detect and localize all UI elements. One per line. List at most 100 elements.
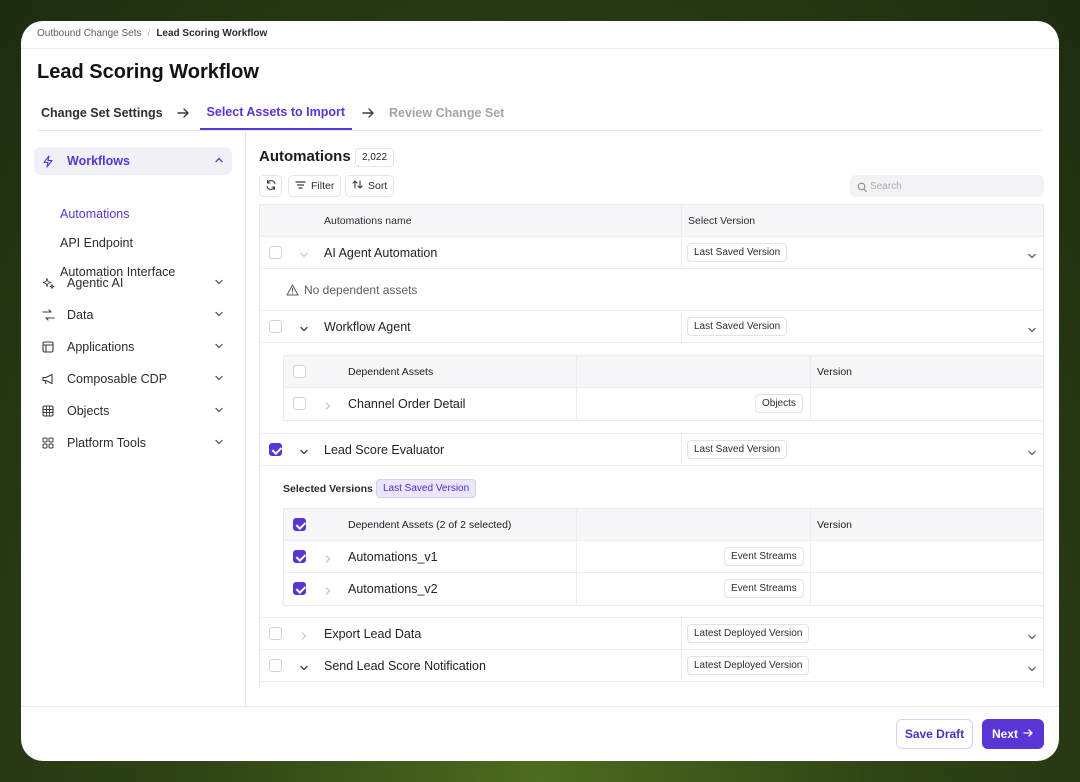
grid-icon [41,404,55,418]
sidebar-subitem-api-endpoint[interactable]: API Endpoint [60,236,133,250]
sort-icon [352,179,363,193]
table-row[interactable]: Workflow Agent Last Saved Version [260,311,1043,343]
table-row[interactable]: Automations_v1 Event Streams [284,541,1043,573]
sidebar-subitem-automations[interactable]: Automations [60,207,129,221]
column-divider [810,573,811,605]
sidebar-item-agentic-ai[interactable]: Agentic AI [34,269,232,297]
version-select-value[interactable]: Latest Deployed Version [687,656,810,675]
chevron-right-icon[interactable] [299,628,309,646]
asset-type-badge: Objects [755,394,803,413]
select-all-checkbox[interactable] [293,518,306,531]
chevron-down-icon[interactable] [1027,248,1037,266]
version-select-value[interactable]: Last Saved Version [687,317,788,336]
sort-button[interactable]: Sort [345,175,395,197]
breadcrumb: Outbound Change Sets / Lead Scoring Work… [37,28,267,39]
chevron-down-icon[interactable] [214,340,224,354]
breadcrumb-separator: / [147,28,151,39]
sidebar-item-label: Applications [67,340,135,354]
sidebar-item-applications[interactable]: Applications [34,333,232,361]
chevron-down-icon[interactable] [1027,322,1037,340]
sidebar-item-label: Objects [67,404,110,418]
row-name: Channel Order Detail [348,397,466,411]
version-select-value[interactable]: Last Saved Version [687,440,788,459]
column-divider [576,573,577,605]
sidebar-item-objects[interactable]: Objects [34,397,232,425]
chevron-down-icon[interactable] [214,276,224,290]
chevron-down-icon[interactable] [1027,629,1037,647]
search-icon [857,180,868,198]
section-title: Automations [259,148,351,165]
stepper: Change Set Settings Select Assets to Imp… [37,95,508,130]
dependents-panel: Dependent Assets Version Channel Order D… [260,343,1043,434]
table-row[interactable]: AI Agent Automation Last Saved Version [260,237,1043,269]
select-all-checkbox[interactable] [293,365,306,378]
refresh-button[interactable] [259,175,282,197]
chevron-down-icon[interactable] [1027,661,1037,679]
row-checkbox[interactable] [293,397,306,410]
column-divider [576,509,577,540]
row-checkbox[interactable] [293,550,306,563]
row-checkbox[interactable] [269,627,282,640]
chevron-up-icon[interactable] [214,154,224,168]
search-input[interactable] [850,175,1044,197]
chevron-down-icon[interactable] [214,404,224,418]
table-row[interactable]: Automations_v2 Event Streams [284,573,1043,605]
row-checkbox[interactable] [269,443,282,456]
sub-table-header: Dependent Assets (2 of 2 selected) Versi… [284,509,1043,541]
version-select-value[interactable]: Last Saved Version [687,243,788,262]
arrow-right-icon [167,95,200,130]
step-review-change-set: Review Change Set [389,105,505,120]
sidebar-item-workflows[interactable]: Workflows [34,147,232,175]
column-divider [681,618,682,649]
sidebar-item-label: Composable CDP [67,372,168,386]
step-select-assets[interactable]: Select Assets to Import [199,95,353,130]
breadcrumb-parent[interactable]: Outbound Change Sets [37,28,142,39]
sub-table-header: Dependent Assets Version [284,356,1043,388]
dependents-panel: Selected Versions Last Saved Version Dep… [260,466,1043,618]
column-divider [810,388,811,420]
chevron-right-icon[interactable] [323,583,333,601]
selected-version-chip[interactable]: Last Saved Version [376,479,477,498]
chevron-down-icon[interactable] [214,372,224,386]
version-select-value[interactable]: Latest Deployed Version [687,624,810,643]
sidebar: Workflows Automations API Endpoint Autom… [21,131,246,706]
next-button[interactable]: Next [982,719,1044,749]
row-checkbox[interactable] [293,582,306,595]
sidebar-item-platform-tools[interactable]: Platform Tools [34,429,232,457]
filter-button[interactable]: Filter [288,175,342,197]
chevron-down-icon[interactable] [299,444,309,462]
chevron-down-icon[interactable] [299,247,309,265]
table-row[interactable]: Lead Score Evaluator Last Saved Version [260,434,1043,466]
automations-table: Automations name Select Version AI Agent… [259,204,1044,687]
row-checkbox[interactable] [269,659,282,672]
chevron-right-icon[interactable] [323,398,333,416]
sidebar-item-composable-cdp[interactable]: Composable CDP [34,365,232,393]
column-header-version: Version [817,366,853,378]
save-draft-button[interactable]: Save Draft [896,719,973,749]
chevron-right-icon[interactable] [323,551,333,569]
row-name: Send Lead Score Notification [324,659,486,673]
row-checkbox[interactable] [269,246,282,259]
table-row[interactable]: Export Lead Data Latest Deployed Version [260,618,1043,650]
chevron-down-icon[interactable] [299,660,309,678]
column-header-dependent-assets: Dependent Assets [348,366,434,378]
column-divider [576,541,577,572]
table-row[interactable]: Send Lead Score Notification Latest Depl… [260,650,1043,682]
row-checkbox[interactable] [269,320,282,333]
table-row[interactable]: Channel Order Detail Objects [284,388,1043,420]
column-divider [681,434,682,465]
chevron-down-icon[interactable] [214,308,224,322]
footer-divider [21,706,1059,707]
column-divider [810,541,811,572]
sidebar-item-data[interactable]: Data [34,301,232,329]
header-divider [21,48,1059,49]
no-dependents-row: No dependent assets [260,269,1043,311]
chevron-down-icon[interactable] [214,436,224,450]
apps-icon [41,436,55,450]
row-name: Automations_v2 [348,582,438,596]
column-divider [576,356,577,387]
chevron-down-icon[interactable] [1027,445,1037,463]
count-badge: 2,022 [355,148,395,167]
chevron-down-icon[interactable] [299,321,309,339]
step-change-set-settings[interactable]: Change Set Settings [37,95,167,130]
